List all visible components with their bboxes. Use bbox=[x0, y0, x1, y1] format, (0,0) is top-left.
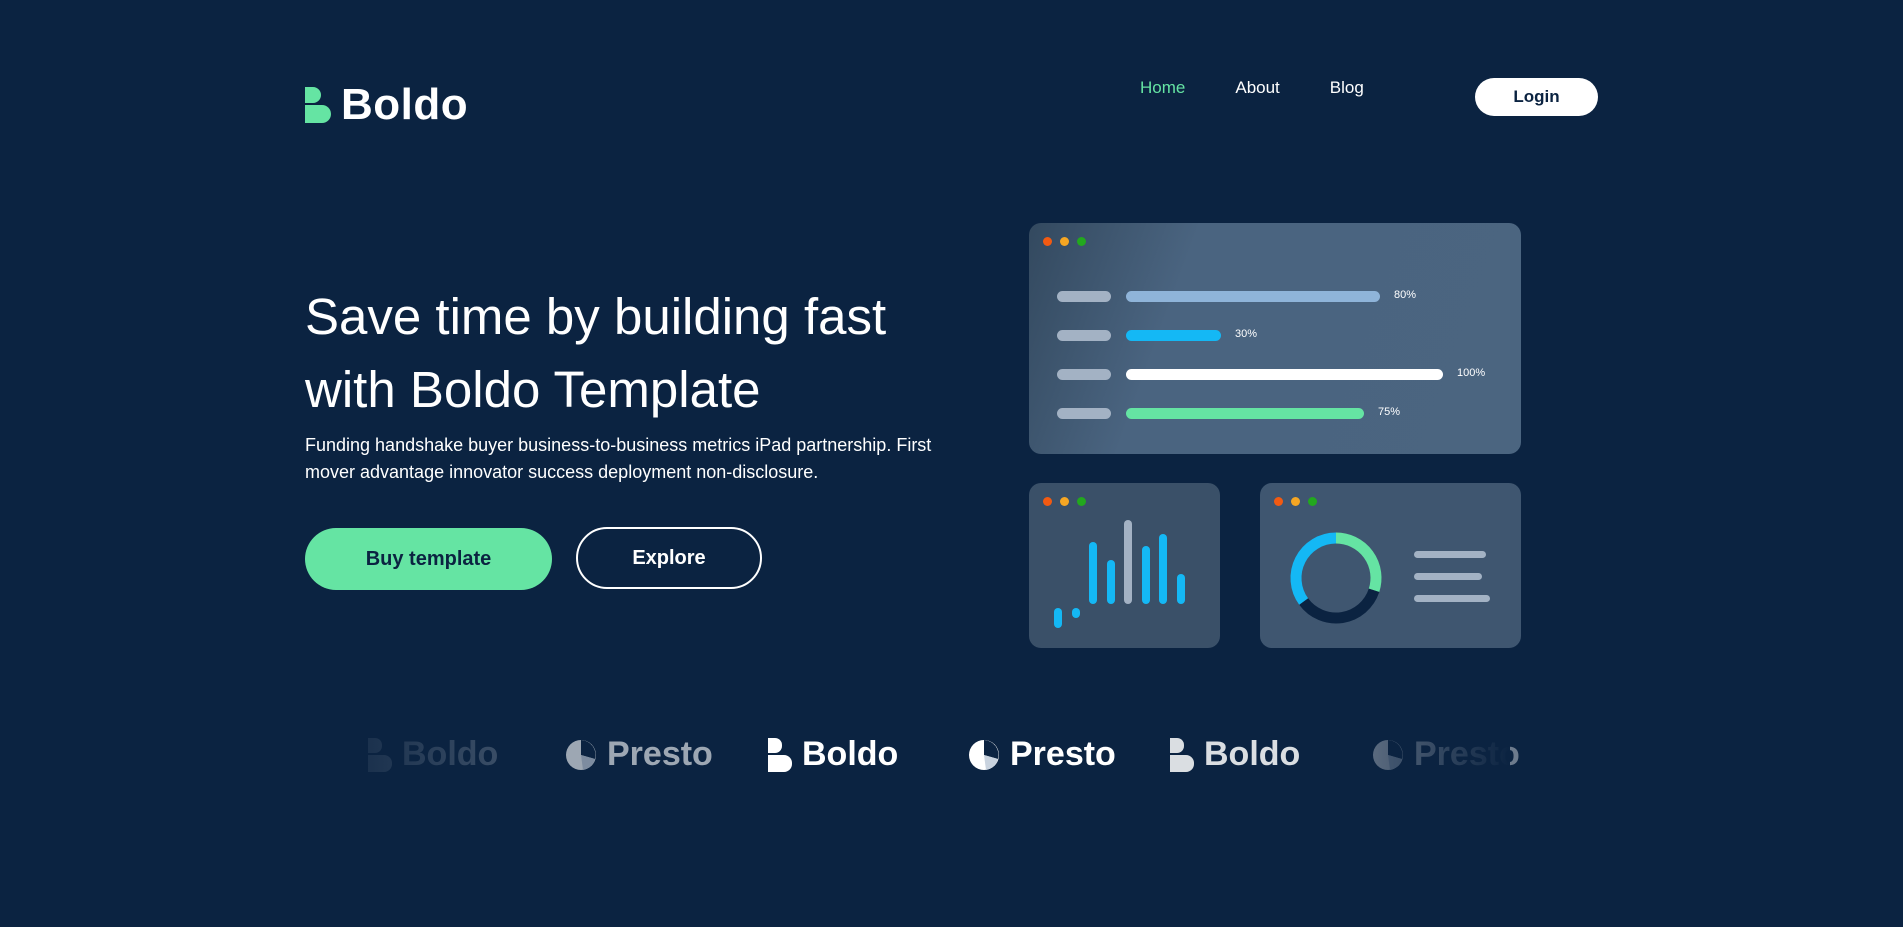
progress-row: 75% bbox=[1057, 405, 1443, 419]
progress-fill bbox=[1126, 290, 1380, 302]
yellow-dot-icon bbox=[1291, 497, 1300, 506]
hero-subtitle: Funding handshake buyer business-to-busi… bbox=[305, 435, 932, 482]
presto-brand-logo: Presto bbox=[1372, 735, 1520, 774]
brand-name: Presto bbox=[1010, 735, 1116, 773]
nav-home[interactable]: Home bbox=[1140, 78, 1185, 98]
chart-bar bbox=[1159, 534, 1167, 604]
chart-bar bbox=[1141, 546, 1150, 604]
brand-name: Boldo bbox=[402, 735, 499, 773]
progress-percent: 100% bbox=[1457, 366, 1486, 379]
window-dots bbox=[1043, 237, 1086, 246]
brand-name: Boldo bbox=[341, 80, 469, 129]
boldo-logo-icon bbox=[305, 87, 331, 123]
green-dot-icon bbox=[1308, 497, 1317, 506]
main-nav: Home About Blog bbox=[1140, 78, 1414, 98]
brand-name: Presto bbox=[607, 735, 713, 773]
green-dot-icon bbox=[1077, 497, 1086, 506]
progress-percent: 30% bbox=[1235, 327, 1258, 340]
progress-label-placeholder bbox=[1057, 407, 1111, 419]
presto-brand-logo: Presto bbox=[968, 735, 1116, 774]
brand-name: Boldo bbox=[1204, 735, 1301, 773]
bar-chart-card bbox=[1029, 483, 1220, 648]
presto-logo-icon bbox=[565, 739, 597, 771]
nav-about[interactable]: About bbox=[1235, 78, 1279, 98]
progress-fill bbox=[1126, 329, 1221, 341]
chart-bar bbox=[1089, 542, 1097, 604]
boldo-brand-logo: Boldo bbox=[1170, 735, 1300, 774]
boldo-logo-icon bbox=[1170, 737, 1194, 772]
brand-name: Presto bbox=[1414, 735, 1520, 773]
window-dots bbox=[1274, 497, 1317, 506]
explore-button[interactable]: Explore bbox=[576, 527, 762, 589]
presto-logo-icon bbox=[968, 739, 1000, 771]
red-dot-icon bbox=[1274, 497, 1283, 506]
red-dot-icon bbox=[1043, 497, 1052, 506]
chart-bar bbox=[1106, 560, 1115, 604]
boldo-brand-logo: Boldo bbox=[768, 735, 898, 774]
chart-bar bbox=[1071, 608, 1080, 618]
legend-line bbox=[1414, 595, 1490, 602]
legend-line bbox=[1414, 551, 1486, 558]
donut-segment bbox=[1335, 532, 1382, 593]
yellow-dot-icon bbox=[1060, 497, 1069, 506]
brand-name: Boldo bbox=[802, 735, 899, 773]
boldo-logo-icon bbox=[368, 737, 392, 772]
progress-label-placeholder bbox=[1057, 368, 1111, 380]
yellow-dot-icon bbox=[1060, 237, 1069, 246]
chart-bar bbox=[1176, 574, 1185, 604]
green-dot-icon bbox=[1077, 237, 1086, 246]
boldo-logo-icon bbox=[768, 737, 792, 772]
window-dots bbox=[1043, 497, 1086, 506]
donut-chart-card bbox=[1260, 483, 1521, 648]
presto-brand-logo: Presto bbox=[565, 735, 713, 774]
buy-template-button[interactable]: Buy template bbox=[305, 528, 552, 590]
progress-fill bbox=[1126, 407, 1364, 419]
hero-title: Save time by building fast with Boldo Te… bbox=[305, 288, 887, 418]
progress-fill bbox=[1126, 368, 1443, 380]
login-button[interactable]: Login bbox=[1475, 78, 1598, 116]
nav-blog[interactable]: Blog bbox=[1330, 78, 1364, 98]
progress-row: 80% bbox=[1057, 288, 1443, 302]
progress-label-placeholder bbox=[1057, 329, 1111, 341]
progress-percent: 75% bbox=[1378, 405, 1401, 418]
progress-percent: 80% bbox=[1394, 288, 1417, 301]
red-dot-icon bbox=[1043, 237, 1052, 246]
presto-logo-icon bbox=[1372, 739, 1404, 771]
brand-logo[interactable]: Boldo bbox=[305, 80, 468, 130]
donut-segment bbox=[1299, 588, 1380, 624]
progress-card: 80% 30% 100% 75% bbox=[1029, 223, 1521, 454]
chart-bar bbox=[1124, 520, 1132, 604]
progress-row: 100% bbox=[1057, 367, 1485, 380]
chart-bar bbox=[1054, 608, 1062, 628]
donut-chart bbox=[1290, 532, 1382, 624]
progress-row: 30% bbox=[1057, 327, 1443, 341]
progress-label-placeholder bbox=[1057, 290, 1111, 302]
boldo-brand-logo: Boldo bbox=[368, 735, 498, 774]
donut-segment bbox=[1290, 532, 1337, 605]
legend-line bbox=[1414, 573, 1482, 580]
